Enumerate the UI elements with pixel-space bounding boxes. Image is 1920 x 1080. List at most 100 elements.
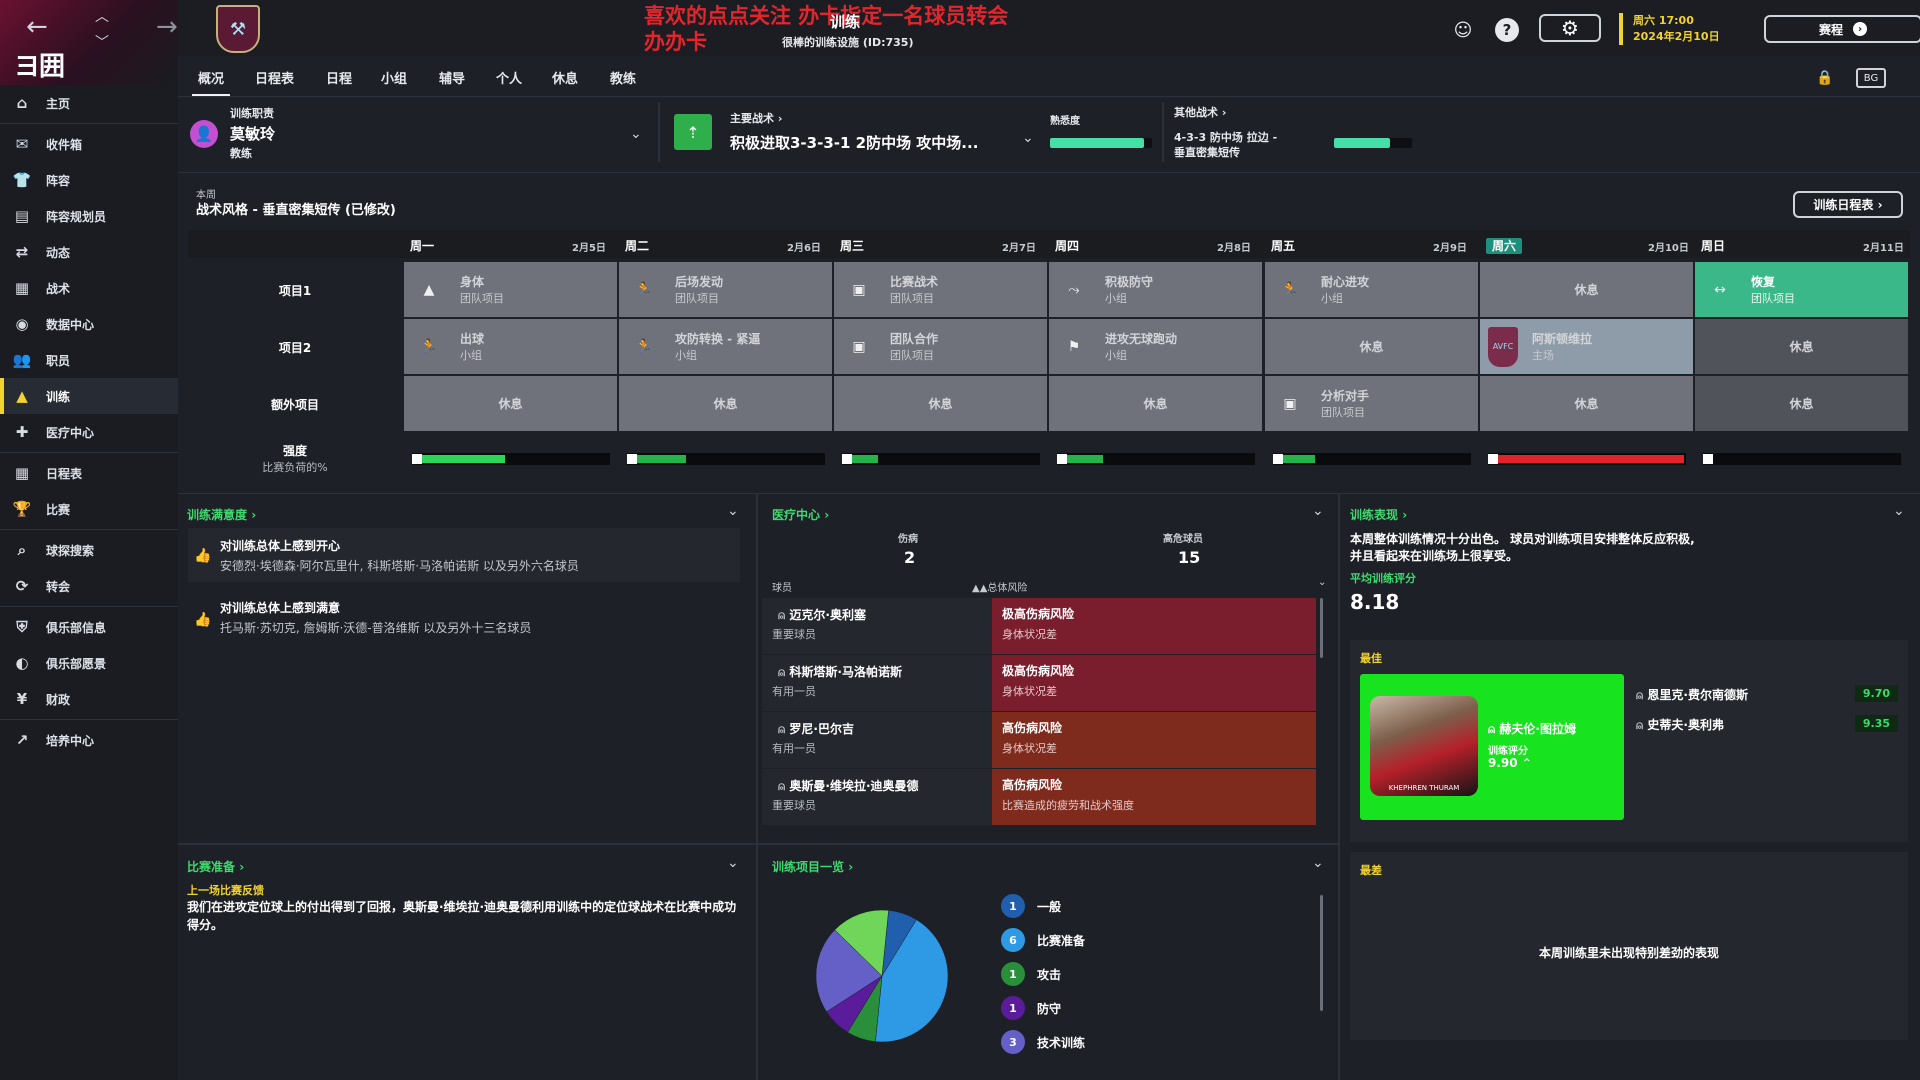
view-toggle-icon[interactable]: BG <box>1856 68 1886 88</box>
injury-row[interactable]: ⍝ 迈克尔·奥利塞 重要球员 极高伤病风险 身体状况差 <box>762 598 1316 654</box>
medical-title[interactable]: 医疗中心 › <box>772 506 829 523</box>
sidebar-item-shirt[interactable]: 👕 阵容 <box>0 162 178 198</box>
continue-button[interactable]: 赛程 › <box>1764 15 1920 43</box>
sort-chevron-icon[interactable]: ⌄ <box>1318 577 1326 588</box>
tab-3[interactable]: 小组 <box>381 68 407 87</box>
best-player-card[interactable]: KHEPHREN THURAM ⍝ 赫夫伦·图拉姆 训练评分 9.90 ⌃ <box>1360 674 1624 820</box>
tab-2[interactable]: 日程 <box>326 68 352 87</box>
training-session[interactable]: 休息 <box>1695 376 1908 431</box>
staff-dropdown-chevron-icon[interactable]: ⌄ <box>630 126 642 142</box>
legend-item[interactable]: 6 比赛准备 <box>1001 928 1085 952</box>
main-tactic-label[interactable]: 主要战术 › <box>730 110 782 126</box>
chevron-down-icon[interactable]: ﹀ <box>95 32 109 52</box>
sidebar-item-inbox[interactable]: ✉ 收件箱 <box>0 126 178 162</box>
match-prep-collapse-chevron-icon[interactable]: ⌄ <box>727 855 739 871</box>
sidebar-item-vision[interactable]: ◐ 俱乐部愿景 <box>0 645 178 681</box>
training-session[interactable]: ▣ 团队合作 团队项目 <box>834 319 1047 374</box>
training-session[interactable]: 休息 <box>1480 262 1693 317</box>
best-player-name[interactable]: ⍝ 赫夫伦·图拉姆 <box>1488 720 1576 737</box>
performance-collapse-chevron-icon[interactable]: ⌄ <box>1893 503 1905 519</box>
overview-scrollbar[interactable] <box>1320 895 1323 1011</box>
performance-title[interactable]: 训练表现 › <box>1350 506 1407 523</box>
injury-row[interactable]: ⍝ 奥斯曼·维埃拉·迪奥曼德 重要球员 高伤病风险 比赛造成的疲劳和战术强度 <box>762 769 1316 825</box>
sidebar-item-shield[interactable]: ⛨ 俱乐部信息 <box>0 609 178 645</box>
satisfaction-title[interactable]: 训练满意度 › <box>187 506 256 523</box>
settings-button[interactable]: ⚙ <box>1539 14 1601 42</box>
tab-6[interactable]: 休息 <box>552 68 578 87</box>
sidebar-item-search[interactable]: ⌕ 球探搜索 <box>0 532 178 568</box>
tab-0[interactable]: 概况 <box>191 68 231 97</box>
training-session[interactable]: ⚑ 进攻无球跑动 小组 <box>1049 319 1262 374</box>
sidebar-header: ← ︿ ﹀ → ヨ囲 <box>0 0 178 85</box>
training-session[interactable]: 休息 <box>834 376 1047 431</box>
sidebar-item-data-hub[interactable]: ◉ 数据中心 <box>0 306 178 342</box>
training-session[interactable]: 🏃 出球 小组 <box>404 319 617 374</box>
legend-item[interactable]: 1 一般 <box>1001 894 1061 918</box>
tactic-dropdown-chevron-icon[interactable]: ⌄ <box>1022 130 1034 146</box>
sidebar-item-staff[interactable]: 👥 职员 <box>0 342 178 378</box>
player-name[interactable]: ⍝ 罗尼·巴尔吉 <box>778 720 854 737</box>
training-session[interactable]: 🏃 后场发动 团队项目 <box>619 262 832 317</box>
tab-1[interactable]: 日程表 <box>255 68 294 87</box>
training-session[interactable]: ↔ 恢复 团队项目 <box>1695 262 1908 317</box>
help-icon[interactable]: ? <box>1495 18 1519 42</box>
sidebar-item-dynamics[interactable]: ⇄ 动态 <box>0 234 178 270</box>
training-session[interactable]: 🏃 耐心进攻 小组 <box>1265 262 1478 317</box>
tab-5[interactable]: 个人 <box>496 68 522 87</box>
sidebar-item-finance[interactable]: ¥ 财政 <box>0 681 178 717</box>
sidebar-item-home[interactable]: ⌂ 主页 <box>0 85 178 121</box>
training-session[interactable]: 休息 <box>1049 376 1262 431</box>
training-session[interactable]: ▣ 分析对手 团队项目 <box>1265 376 1478 431</box>
medical-scrollbar[interactable] <box>1320 598 1323 658</box>
column-risk[interactable]: ▲▲总体风险 <box>972 579 1027 594</box>
sidebar-item-calendar[interactable]: ▦ 日程表 <box>0 455 178 491</box>
medical-collapse-chevron-icon[interactable]: ⌄ <box>1312 503 1324 519</box>
sidebar-item-trophy[interactable]: 🏆 比赛 <box>0 491 178 527</box>
column-player[interactable]: 球员 <box>772 579 792 594</box>
lock-icon[interactable]: 🔒 <box>1816 70 1833 86</box>
training-schedule-button[interactable]: 训练日程表 › <box>1793 191 1903 218</box>
training-session[interactable]: 休息 <box>1480 376 1693 431</box>
training-session[interactable]: 休息 <box>619 376 832 431</box>
best-player-row[interactable]: ⍝ 史蒂夫·奥利弗 9.35 <box>1636 714 1898 734</box>
sidebar-item-clipboard[interactable]: ▤ 阵容规划员 <box>0 198 178 234</box>
sidebar-item-training[interactable]: ▲ 训练 <box>0 378 178 414</box>
sidebar-item-transfer[interactable]: ⟳ 转会 <box>0 568 178 604</box>
tab-7[interactable]: 教练 <box>610 68 636 87</box>
legend-item[interactable]: 1 防守 <box>1001 996 1061 1020</box>
chevron-up-icon[interactable]: ︿ <box>95 6 109 26</box>
day-header: 周四 <box>1055 237 1079 255</box>
sidebar-item-tactics[interactable]: ▦ 战术 <box>0 270 178 306</box>
training-session[interactable]: ▣ 比赛战术 团队项目 <box>834 262 1047 317</box>
training-session[interactable]: ▲ 身体 团队项目 <box>404 262 617 317</box>
legend-item[interactable]: 3 技术训练 <box>1001 1030 1085 1054</box>
main-tactic-name[interactable]: 积极进取3-3-3-1 2防中场 攻中场... <box>730 132 978 153</box>
training-session[interactable]: AVFC 阿斯顿维拉 主场 <box>1480 319 1693 374</box>
tab-4[interactable]: 辅导 <box>439 68 465 87</box>
training-session[interactable]: 休息 <box>404 376 617 431</box>
legend-item[interactable]: 1 攻击 <box>1001 962 1061 986</box>
training-session[interactable]: 休息 <box>1265 319 1478 374</box>
club-crest-icon[interactable]: ⚒ <box>216 5 260 53</box>
player-name[interactable]: ⍝ 迈克尔·奥利塞 <box>778 606 866 623</box>
support-icon[interactable]: ☺ <box>1448 15 1478 45</box>
player-name: ⍝ 史蒂夫·奥利弗 <box>1636 716 1724 733</box>
injury-row[interactable]: ⍝ 罗尼·巴尔吉 有用一员 高伤病风险 身体状况差 <box>762 712 1316 768</box>
satisfaction-collapse-chevron-icon[interactable]: ⌄ <box>727 503 739 519</box>
sidebar-item-development[interactable]: ↗ 培养中心 <box>0 722 178 758</box>
back-arrow-icon[interactable]: ← <box>26 12 48 42</box>
best-player-row[interactable]: ⍝ 恩里克·费尔南德斯 9.70 <box>1636 684 1898 704</box>
other-tactics-label[interactable]: 其他战术 › <box>1174 104 1226 120</box>
coach-name[interactable]: 莫敏玲 <box>230 123 275 144</box>
training-session[interactable]: 休息 <box>1695 319 1908 374</box>
overview-title[interactable]: 训练项目一览 › <box>772 858 853 875</box>
injury-row[interactable]: ⍝ 科斯塔斯·马洛帕诺斯 有用一员 极高伤病风险 身体状况差 <box>762 655 1316 711</box>
overview-collapse-chevron-icon[interactable]: ⌄ <box>1312 855 1324 871</box>
player-name[interactable]: ⍝ 奥斯曼·维埃拉·迪奥曼德 <box>778 777 919 794</box>
forward-arrow-icon[interactable]: → <box>156 12 178 42</box>
sidebar-item-medical[interactable]: ✚ 医疗中心 <box>0 414 178 450</box>
training-session[interactable]: 🏃 攻防转换 - 紧逼 小组 <box>619 319 832 374</box>
match-prep-title[interactable]: 比赛准备 › <box>187 858 244 875</box>
training-session[interactable]: ⤳ 积极防守 小组 <box>1049 262 1262 317</box>
player-name[interactable]: ⍝ 科斯塔斯·马洛帕诺斯 <box>778 663 902 680</box>
